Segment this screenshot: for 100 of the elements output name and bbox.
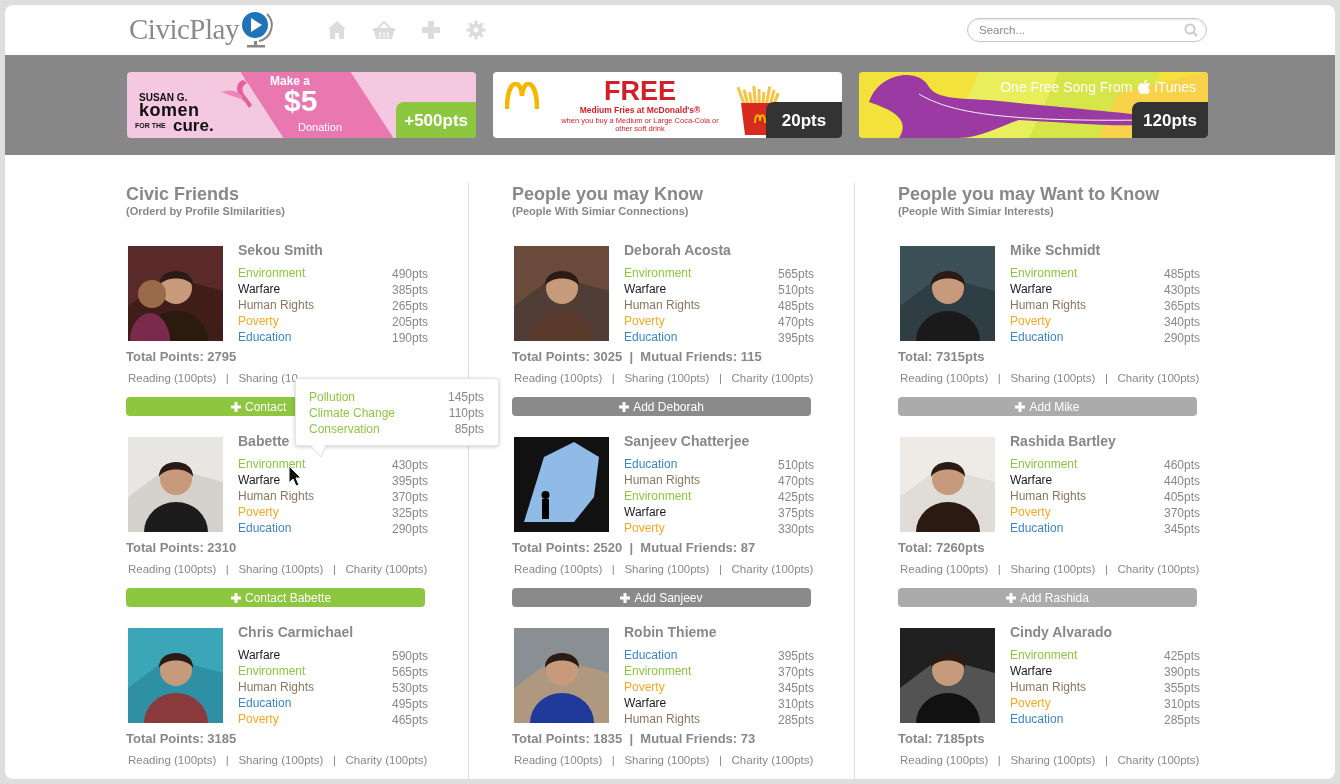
- interest-points: 590pts: [391, 648, 428, 663]
- basket-icon[interactable]: [371, 21, 396, 39]
- person-name[interactable]: Mike Schmidt: [1010, 241, 1200, 259]
- interest-label[interactable]: Environment: [238, 265, 306, 281]
- interest-points: 385pts: [391, 282, 428, 297]
- interest-points: 430pts: [1163, 282, 1200, 297]
- interest-points: 510pts: [777, 282, 814, 297]
- interest-label[interactable]: Education: [624, 647, 678, 663]
- interest-label[interactable]: Warfare: [238, 647, 281, 663]
- person-name[interactable]: Sanjeev Chatterjee: [624, 432, 814, 450]
- person-name[interactable]: Deborah Acosta: [624, 241, 814, 259]
- interest-label[interactable]: Poverty: [624, 313, 665, 329]
- interest-label[interactable]: Education: [238, 520, 292, 536]
- total-points: Total: 7315pts: [898, 348, 986, 366]
- logo-text[interactable]: CivicPlay: [129, 12, 239, 46]
- interest-label[interactable]: Poverty: [1010, 504, 1051, 520]
- interest-label[interactable]: Human Rights: [238, 488, 315, 504]
- brand-text: iTunes: [1154, 79, 1196, 95]
- interest-label[interactable]: Education: [1010, 329, 1064, 345]
- plus-icon[interactable]: [420, 20, 441, 40]
- gear-icon[interactable]: [465, 20, 486, 40]
- person-name[interactable]: Sekou Smith: [238, 241, 428, 259]
- plus-icon: [620, 592, 631, 603]
- contact-button[interactable]: Contact Babette: [126, 588, 425, 607]
- add-button[interactable]: Add Rashida: [898, 588, 1197, 607]
- interest-points: 285pts: [777, 712, 814, 727]
- offer-text: One Free Song From: [1000, 79, 1133, 95]
- tooltip-points: 85pts: [454, 421, 484, 437]
- interest-label[interactable]: Poverty: [238, 504, 279, 520]
- add-button[interactable]: Add Deborah: [512, 397, 811, 416]
- interest-label[interactable]: Human Rights: [1010, 488, 1087, 504]
- interest-label[interactable]: Environment: [624, 265, 692, 281]
- total-points: Total Points: 3025 | Mutual Friends: 115: [512, 348, 763, 366]
- interest-label[interactable]: Environment: [624, 663, 692, 679]
- interest-label[interactable]: Education: [1010, 520, 1064, 536]
- interest-points: 470pts: [777, 314, 814, 329]
- activity-summary: Reading (100pts) | Sharing (100pts) | Charity (100pts): [127, 753, 428, 768]
- person-name[interactable]: Chris Carmichael: [238, 623, 428, 641]
- interest-label[interactable]: Human Rights: [238, 679, 315, 695]
- interest-label[interactable]: Warfare: [238, 281, 281, 297]
- interest-label[interactable]: Warfare: [238, 472, 281, 488]
- interest-points: 395pts: [777, 330, 814, 345]
- interest-points: 310pts: [1163, 696, 1200, 711]
- person-name[interactable]: Rashida Bartley: [1010, 432, 1200, 450]
- interest-label[interactable]: Education: [624, 329, 678, 345]
- person-name[interactable]: Cindy Alvarado: [1010, 623, 1200, 641]
- interest-label[interactable]: Warfare: [624, 281, 667, 297]
- interest-label[interactable]: Warfare: [624, 504, 667, 520]
- interest-label[interactable]: Human Rights: [624, 711, 701, 727]
- interest-label[interactable]: Education: [238, 329, 292, 345]
- interest-label[interactable]: Environment: [1010, 456, 1078, 472]
- interest-label[interactable]: Education: [624, 456, 678, 472]
- column-subtitle: (People With Simiar Connections): [512, 205, 690, 218]
- interest-label[interactable]: Human Rights: [624, 297, 701, 313]
- interest-label[interactable]: Poverty: [624, 520, 665, 536]
- interest-label[interactable]: Human Rights: [1010, 297, 1087, 313]
- total-points: Total Points: 2520 | Mutual Friends: 87: [512, 539, 757, 557]
- search-field[interactable]: Search...: [967, 18, 1207, 42]
- interest-label[interactable]: Environment: [1010, 265, 1078, 281]
- add-button[interactable]: Add Mike: [898, 397, 1197, 416]
- interest-label[interactable]: Education: [1010, 711, 1064, 727]
- logo-text: SUSAN G.: [139, 92, 188, 103]
- interest-label[interactable]: Warfare: [1010, 663, 1053, 679]
- ad-banner[interactable]: One Free Song From iTunes 120pts: [859, 72, 1208, 138]
- interest-label[interactable]: Poverty: [238, 711, 279, 727]
- interest-label[interactable]: Environment: [1010, 647, 1078, 663]
- interest-label[interactable]: Poverty: [1010, 695, 1051, 711]
- interest-label[interactable]: Human Rights: [238, 297, 315, 313]
- person-name[interactable]: Robin Thieme: [624, 623, 814, 641]
- home-icon[interactable]: [326, 20, 347, 40]
- interest-points: 510pts: [777, 457, 814, 472]
- tooltip-points: 145pts: [447, 389, 484, 405]
- interest-points: 205pts: [391, 314, 428, 329]
- interest-label[interactable]: Environment: [624, 488, 692, 504]
- activity-summary: Reading (100pts) | Sharing (100pts) | Charity (100pts): [513, 753, 814, 768]
- interest-label[interactable]: Environment: [238, 663, 306, 679]
- interest-points: 470pts: [777, 473, 814, 488]
- interest-label[interactable]: Poverty: [624, 679, 665, 695]
- interest-points: 330pts: [777, 521, 814, 536]
- apple-icon: [1137, 79, 1152, 95]
- total-points: Total: 7260pts: [898, 539, 986, 557]
- interest-points: 490pts: [391, 266, 428, 281]
- points-badge: +500pts: [396, 102, 476, 138]
- interest-points: 460pts: [1163, 457, 1200, 472]
- interest-label[interactable]: Poverty: [238, 313, 279, 329]
- interest-points: 355pts: [1163, 680, 1200, 695]
- interest-points: 370pts: [1163, 505, 1200, 520]
- interest-points: 395pts: [391, 473, 428, 488]
- tooltip-label: Conservation: [309, 421, 380, 437]
- add-button[interactable]: Add Sanjeev: [512, 588, 811, 607]
- interest-label[interactable]: Warfare: [1010, 472, 1053, 488]
- interest-label[interactable]: Poverty: [1010, 313, 1051, 329]
- interest-label[interactable]: Human Rights: [624, 472, 701, 488]
- interest-label[interactable]: Environment: [238, 456, 306, 472]
- interest-points: 405pts: [1163, 489, 1200, 504]
- interest-label[interactable]: Education: [238, 695, 292, 711]
- interest-label[interactable]: Warfare: [624, 695, 667, 711]
- interest-label[interactable]: Warfare: [1010, 281, 1053, 297]
- column-subtitle: (People With Simiar Interests): [898, 205, 1055, 218]
- interest-label[interactable]: Human Rights: [1010, 679, 1087, 695]
